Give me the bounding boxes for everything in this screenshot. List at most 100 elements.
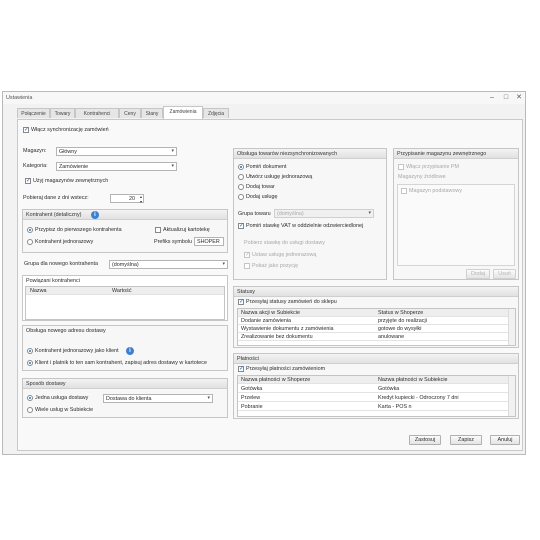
save-button[interactable]: Zapisz <box>450 435 482 445</box>
product-group-select[interactable]: (domyślna) ▾ <box>274 209 374 218</box>
info-icon[interactable]: i <box>91 211 99 219</box>
status-action: Wystawienie dokumentu z zamówienia <box>241 326 334 332</box>
delivery-method-value: Dostawa do klienta <box>106 396 152 402</box>
send-payments-checkbox[interactable]: ✓ <box>238 366 244 372</box>
add-button[interactable]: Dodaj <box>466 269 490 279</box>
onetime-service-label: Utwórz usługę jednorazową <box>246 174 313 180</box>
tab-stock[interactable]: Stany <box>141 108 163 118</box>
related-contractors-group: Powiązani kontrahenci Nazwa Wartość <box>22 275 228 321</box>
table-row[interactable]: Pobranie Karta - POS n <box>238 403 511 411</box>
tab-prices[interactable]: Ceny <box>119 108 141 118</box>
status-action: Zrealizowanie bez dokumentu <box>241 334 313 340</box>
warehouse-value: Główny <box>59 149 77 155</box>
payment-subiekt: Kredyt kupiecki - Odroczony 7 dni <box>378 395 459 401</box>
new-group-select[interactable]: (domyślna) ▾ <box>109 260 228 269</box>
send-statuses-checkbox[interactable]: ✓ <box>238 299 244 305</box>
category-label: Kategoria: <box>23 163 48 169</box>
table-row[interactable]: Gotówka Gotówka <box>238 385 511 393</box>
add-service-label: Dodaj usługę <box>246 194 278 200</box>
statuses-table[interactable]: Nazwa akcji w Subiekcie Status w Shoperz… <box>237 308 516 346</box>
col-action-header[interactable]: Nazwa akcji w Subiekcie <box>241 310 300 316</box>
unsynced-products-group: Obsługa towarów niezsynchronizowanych Po… <box>233 148 387 280</box>
table-row[interactable]: Przelew Kredyt kupiecki - Odroczony 7 dn… <box>238 394 511 402</box>
orders-panel: ✓ Włącz synchronizację zamówień Magazyn:… <box>17 119 523 451</box>
statuses-scrollbar[interactable] <box>508 309 515 345</box>
one-time-radio[interactable] <box>27 239 33 245</box>
one-time-label: Kontrahent jednorazowy <box>35 239 94 245</box>
delivery-address-group: Obsługa nowego adresu dostawy Kontrahent… <box>22 325 228 371</box>
multiple-delivery-radio[interactable] <box>27 407 33 413</box>
enable-pm-checkbox[interactable] <box>398 164 404 170</box>
show-as-item-checkbox[interactable] <box>244 263 250 269</box>
payment-shoper: Przelew <box>241 395 261 401</box>
update-card-checkbox[interactable] <box>155 227 161 233</box>
same-contractor-radio[interactable] <box>27 360 33 366</box>
table-row[interactable]: Wystawienie dokumentu z zamówienia gotow… <box>238 325 511 333</box>
chevron-down-icon: ▾ <box>207 395 210 401</box>
delete-button[interactable]: Usuń <box>493 269 516 279</box>
payments-scrollbar[interactable] <box>508 376 515 416</box>
statuses-title: Statusy <box>237 289 255 295</box>
delivery-method-select[interactable]: Dostawa do klienta ▾ <box>103 394 213 403</box>
days-spinner[interactable]: 20 ▴ ▾ <box>110 194 144 204</box>
status-value: przyjęte do realizacji <box>378 318 427 324</box>
multiple-delivery-label: Wiele usług w Subiekcie <box>35 407 94 413</box>
show-as-item-label: Pokaż jako pozycję <box>252 263 299 269</box>
enable-pm-label: Włącz przypisanie PM <box>406 164 460 170</box>
single-delivery-radio[interactable] <box>27 395 33 401</box>
related-title: Powiązani kontrahenci <box>26 278 80 284</box>
use-warehouse-checkbox[interactable]: ✓ <box>25 178 31 184</box>
product-group-value: (domyślna) <box>277 211 304 217</box>
minimize-icon[interactable]: – <box>485 93 499 103</box>
prefix-input[interactable]: SHOPER <box>194 237 224 246</box>
skip-vat-checkbox[interactable]: ✓ <box>238 223 244 229</box>
shipping-group: Sposób dostawy Jedna usługa dostawy Dost… <box>22 378 228 418</box>
maximize-icon[interactable]: □ <box>499 93 513 103</box>
col-shoper-payment-header[interactable]: Nazwa płatności w Shoperze <box>241 377 310 383</box>
status-value: gotowe do wysyłki <box>378 326 422 332</box>
days-value: 20 <box>129 196 135 202</box>
col-subiekt-payment-header[interactable]: Nazwa płatności w Subiekcie <box>378 377 448 383</box>
close-icon[interactable]: ✕ <box>512 93 526 103</box>
table-row[interactable]: Zrealizowanie bez dokumentu anulowane <box>238 333 511 341</box>
tab-images[interactable]: Zdjęcia <box>203 108 229 118</box>
related-table[interactable]: Nazwa Wartość <box>25 286 225 320</box>
apply-button[interactable]: Zastosuj <box>409 435 441 445</box>
tab-orders[interactable]: Zamówienia <box>163 106 203 119</box>
cancel-button[interactable]: Anuluj <box>490 435 520 445</box>
days-label: Pobieraj dane z dni wstecz: <box>23 195 89 201</box>
info-icon[interactable]: i <box>126 347 134 355</box>
payments-group: Płatności ✓ Przesyłaj płatności zamówien… <box>233 353 519 419</box>
table-header: Nazwa płatności w Shoperze Nazwa płatnoś… <box>238 376 511 384</box>
col-value-header[interactable]: Wartość <box>112 288 132 294</box>
enable-sync-label: Włącz synchronizację zamówień <box>31 127 109 133</box>
delivery-rate-label: Pobierz stawkę do usługi dostawy <box>244 240 325 246</box>
col-status-header[interactable]: Status w Shoperze <box>378 310 423 316</box>
onetime-client-radio[interactable] <box>27 348 33 354</box>
statuses-group: Statusy ✓ Przesyłaj statusy zamówień do … <box>233 286 519 348</box>
payment-shoper: Pobranie <box>241 404 263 410</box>
prefix-value: SHOPER <box>197 239 220 245</box>
payment-subiekt: Gotówka <box>378 386 400 392</box>
payments-table[interactable]: Nazwa płatności w Shoperze Nazwa płatnoś… <box>237 375 516 417</box>
main-warehouse-checkbox[interactable] <box>401 188 407 194</box>
source-warehouses-list[interactable]: Magazyn podstawowy <box>397 184 515 266</box>
set-onetime-service-checkbox[interactable]: ✓ <box>244 252 250 258</box>
skip-document-radio[interactable] <box>238 164 244 170</box>
tab-products[interactable]: Towary <box>50 108 75 118</box>
table-header: Nazwa akcji w Subiekcie Status w Shoperz… <box>238 309 511 317</box>
add-service-radio[interactable] <box>238 194 244 200</box>
product-group-label: Grupa towaru <box>238 211 271 217</box>
warehouse-select[interactable]: Główny ▾ <box>56 147 177 156</box>
enable-sync-checkbox[interactable]: ✓ <box>23 127 29 133</box>
prefix-label: Prefiks symbolu <box>154 239 193 245</box>
table-row[interactable]: Dodanie zamówienia przyjęte do realizacj… <box>238 317 511 325</box>
assign-first-radio[interactable] <box>27 227 33 233</box>
category-select[interactable]: Zamówienie ▾ <box>56 162 177 171</box>
col-name-header[interactable]: Nazwa <box>30 288 46 294</box>
settings-window: Ustawienia – □ ✕ Połączenie Towary Kontr… <box>2 91 526 455</box>
onetime-service-radio[interactable] <box>238 174 244 180</box>
add-product-radio[interactable] <box>238 184 244 190</box>
tab-contractors[interactable]: Kontrahenci <box>75 108 119 118</box>
tab-connection[interactable]: Połączenie <box>17 108 50 118</box>
